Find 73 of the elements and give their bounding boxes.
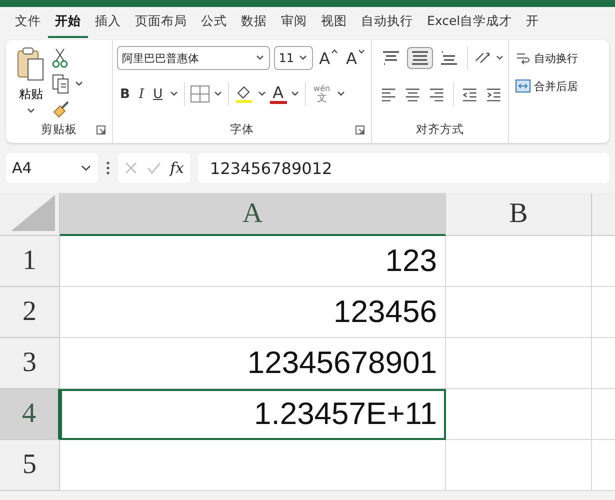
middle-align-button[interactable] xyxy=(407,47,433,69)
align-left-icon[interactable] xyxy=(380,86,398,102)
table-cell: 123456 xyxy=(60,287,446,338)
ribbon-tab[interactable]: 公式 xyxy=(194,9,234,38)
formula-field[interactable]: 123456789012 xyxy=(198,153,609,183)
ribbon-tab[interactable]: 页面布局 xyxy=(128,9,194,38)
check-icon[interactable] xyxy=(146,161,162,175)
insert-function-button[interactable]: fx xyxy=(170,159,184,177)
merge-center-button[interactable]: 合并后居 xyxy=(515,78,578,94)
bold-button[interactable]: B xyxy=(117,86,133,102)
ribbon-tab[interactable]: 视图 xyxy=(314,9,354,38)
caret-icon xyxy=(254,54,265,62)
caret-icon xyxy=(80,164,92,172)
middle-align-icon xyxy=(411,50,429,66)
wrap-text-button[interactable]: 自动换行 xyxy=(515,50,578,66)
shrink-font-button[interactable]: A xyxy=(344,48,367,68)
column-header[interactable]: B xyxy=(446,193,592,236)
copy-icon[interactable] xyxy=(52,74,70,94)
ribbon-tab[interactable]: 自动执行 xyxy=(354,9,420,38)
caret-icon[interactable] xyxy=(336,90,346,98)
caret-down-icon xyxy=(358,48,365,54)
caret-icon[interactable] xyxy=(74,80,84,88)
paste-button[interactable]: 粘贴 xyxy=(16,46,46,103)
table-cell: 1.23457E+11 xyxy=(60,389,446,440)
row-header[interactable]: 1 xyxy=(0,236,60,287)
table-cell: 123 xyxy=(60,236,446,287)
increase-indent-icon[interactable] xyxy=(484,86,502,102)
clipboard-icon xyxy=(16,46,46,82)
grip-icon xyxy=(106,161,110,175)
font-name-dropdown[interactable]: 阿里巴巴普惠体 xyxy=(117,46,270,70)
ribbon-tab[interactable]: 开 xyxy=(519,9,546,38)
font-size-dropdown[interactable]: 11 xyxy=(274,46,314,70)
name-box[interactable]: A4 xyxy=(6,153,98,183)
phonetic-button[interactable]: wén 文 xyxy=(310,84,334,104)
column-header[interactable]: A xyxy=(60,193,446,236)
top-align-icon xyxy=(382,50,400,66)
borders-icon[interactable] xyxy=(190,85,210,103)
caret-icon[interactable] xyxy=(256,90,267,98)
align-center-icon[interactable] xyxy=(404,86,422,102)
italic-button[interactable]: I xyxy=(136,86,148,102)
ribbon-tab[interactable]: 审阅 xyxy=(274,9,314,38)
caret-icon[interactable] xyxy=(212,90,223,98)
row-header[interactable]: 4 xyxy=(0,389,60,440)
fill-bucket-icon[interactable] xyxy=(234,84,254,104)
group-label: 字体 xyxy=(230,122,254,136)
row-header[interactable]: 3 xyxy=(0,338,60,389)
caret-icon xyxy=(298,54,308,62)
scissors-icon[interactable] xyxy=(52,48,68,68)
ribbon-tab[interactable]: Excel自学成才 xyxy=(420,9,520,38)
caret-icon[interactable] xyxy=(168,90,179,98)
dialog-launcher-icon[interactable] xyxy=(96,125,106,135)
group-label: 对齐方式 xyxy=(416,122,464,136)
grow-font-button[interactable]: A xyxy=(317,48,340,68)
ribbon-tab[interactable]: 插入 xyxy=(88,9,128,38)
ribbon-tab[interactable]: 数据 xyxy=(234,9,274,38)
table-cell: 12345678901 xyxy=(60,338,446,389)
caret-icon[interactable] xyxy=(290,90,300,98)
merge-cells-icon xyxy=(515,78,531,94)
ribbon-tab[interactable]: 开始 xyxy=(48,9,88,38)
bottom-align-icon xyxy=(440,50,458,66)
ribbon-tab[interactable]: 文件 xyxy=(8,9,48,38)
row-header[interactable]: 2 xyxy=(0,287,60,338)
align-right-icon[interactable] xyxy=(428,86,446,102)
underline-button[interactable]: U xyxy=(150,86,166,102)
format-painter-icon[interactable] xyxy=(52,100,70,118)
font-color-button[interactable]: A xyxy=(270,84,287,104)
decrease-indent-icon[interactable] xyxy=(460,86,478,102)
dialog-launcher-icon[interactable] xyxy=(355,125,365,135)
group-label: 剪贴板 xyxy=(41,122,77,136)
caret-icon[interactable] xyxy=(494,54,504,62)
caret-up-icon xyxy=(331,48,338,54)
caret-icon[interactable] xyxy=(26,107,36,115)
row-header[interactable]: 5 xyxy=(0,440,60,491)
